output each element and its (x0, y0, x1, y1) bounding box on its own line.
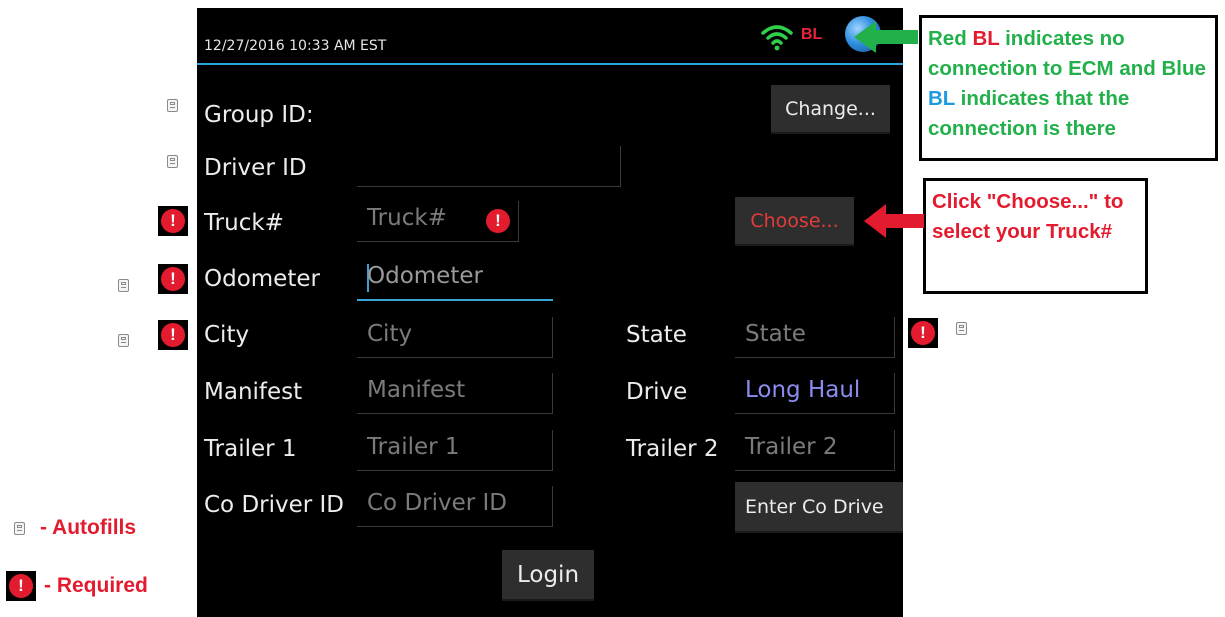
manifest-placeholder: Manifest (367, 377, 466, 403)
ecm-connection-status: BL (801, 26, 823, 43)
manifest-field[interactable]: Manifest (357, 373, 553, 414)
truck-label: Truck# (204, 210, 284, 236)
drive-label: Drive (626, 379, 688, 405)
login-screen: 12/27/2016 10:33 AM EST BL Group ID: Cha… (197, 8, 903, 617)
group-id-label: Group ID: (204, 102, 314, 128)
autofill-icon (118, 334, 129, 347)
drive-value: Long Haul (745, 377, 861, 403)
choose-explanation-callout: Click "Choose..." to select your Truck# (923, 178, 1148, 294)
co-driver-placeholder: Co Driver ID (367, 490, 508, 516)
truck-error-icon: ! (486, 209, 510, 233)
status-datetime: 12/27/2016 10:33 AM EST (204, 38, 387, 54)
trailer2-label: Trailer 2 (626, 436, 719, 462)
trailer1-placeholder: Trailer 1 (367, 434, 460, 460)
trailer1-field[interactable]: Trailer 1 (357, 430, 553, 471)
required-icon: ! (6, 571, 36, 601)
driver-id-field[interactable] (357, 146, 621, 187)
driver-id-label: Driver ID (204, 155, 307, 181)
wifi-icon (761, 25, 793, 51)
arrow-left-icon (854, 21, 918, 53)
change-group-button[interactable]: Change... (771, 85, 890, 132)
status-divider (197, 63, 903, 65)
city-label: City (204, 322, 250, 348)
city-placeholder: City (367, 321, 413, 347)
autofill-icon (167, 155, 178, 168)
city-field[interactable]: City (357, 317, 553, 358)
autofill-icon (956, 322, 967, 335)
trailer2-field[interactable]: Trailer 2 (735, 430, 895, 471)
bl-blue-text: BL (928, 87, 955, 110)
status-bar: 12/27/2016 10:33 AM EST BL (197, 8, 903, 64)
required-icon: ! (158, 264, 188, 294)
login-button[interactable]: Login (502, 550, 594, 599)
choose-truck-button[interactable]: Choose... (735, 197, 854, 244)
drive-select[interactable]: Long Haul (735, 373, 895, 414)
manifest-label: Manifest (204, 379, 303, 405)
autofill-icon (167, 99, 178, 112)
truck-field[interactable]: Truck# ! (357, 201, 519, 242)
trailer2-placeholder: Trailer 2 (745, 434, 838, 460)
trailer1-label: Trailer 1 (204, 436, 297, 462)
autofill-icon (14, 522, 25, 535)
bl-explanation-callout: Red BL indicates no connection to ECM an… (919, 15, 1218, 161)
required-icon: ! (908, 318, 938, 348)
legend-required: - Required (44, 574, 148, 597)
state-label: State (626, 322, 687, 348)
bl-red-text: BL (972, 27, 1000, 50)
arrow-left-icon (864, 204, 924, 238)
required-icon: ! (158, 206, 188, 236)
co-driver-label: Co Driver ID (204, 492, 345, 518)
legend-autofills: - Autofills (40, 516, 137, 539)
required-icon: ! (158, 320, 188, 350)
odometer-field[interactable]: Odometer (357, 259, 553, 301)
truck-placeholder: Truck# (367, 205, 447, 231)
state-field[interactable]: State (735, 317, 895, 358)
autofill-icon (118, 279, 129, 292)
odometer-label: Odometer (204, 266, 320, 292)
enter-co-driver-button[interactable]: Enter Co Drive (735, 482, 903, 531)
state-placeholder: State (745, 321, 806, 347)
odometer-placeholder: Odometer (367, 263, 483, 289)
co-driver-field[interactable]: Co Driver ID (357, 486, 553, 527)
